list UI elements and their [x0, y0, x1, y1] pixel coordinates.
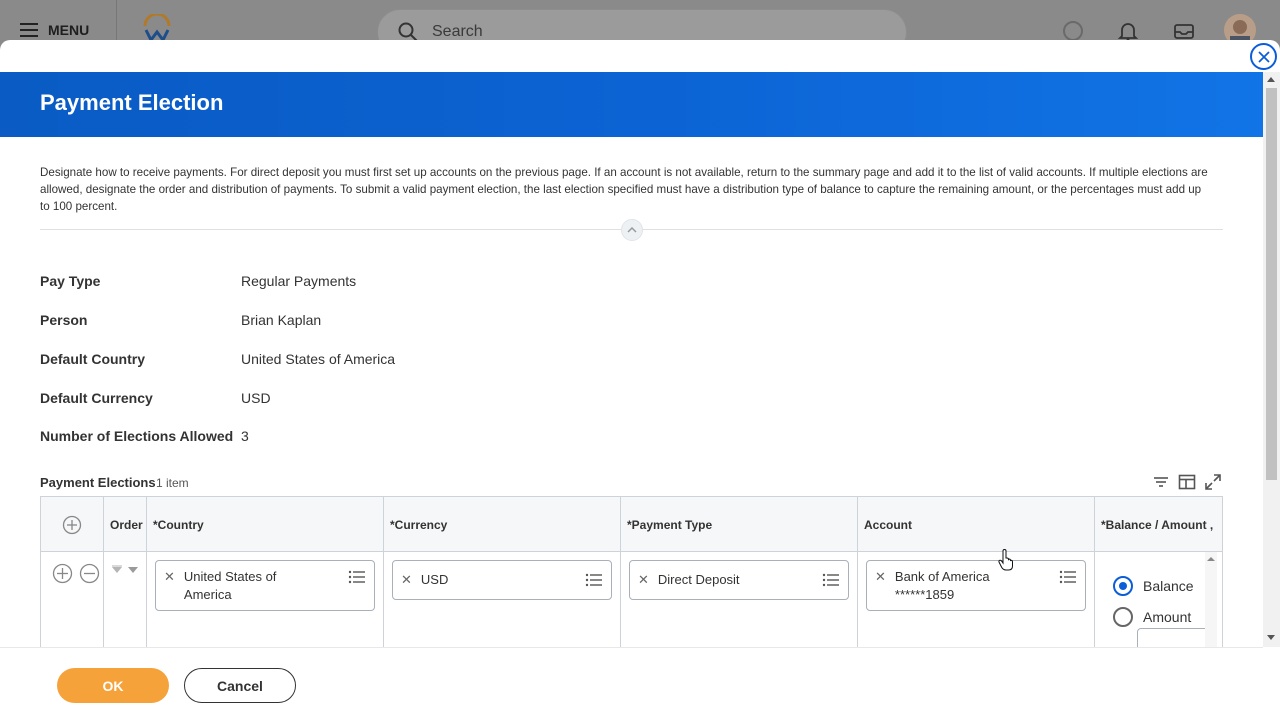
field-value: 3 [241, 428, 249, 444]
payment-election-modal: Payment Election Designate how to receiv… [0, 40, 1280, 720]
hand-cursor-icon [998, 549, 1013, 571]
row-payment-type-cell: ✕ Direct Deposit [621, 552, 858, 655]
scroll-down-arrow-icon[interactable] [1267, 635, 1275, 640]
menu-label: MENU [48, 22, 90, 38]
modal-header-banner: Payment Election [0, 72, 1263, 137]
scroll-up-arrow-icon[interactable] [1207, 556, 1215, 562]
payment-type-selector[interactable]: ✕ Direct Deposit [629, 560, 849, 600]
add-row-header-button[interactable] [41, 497, 104, 552]
instructions-text: Designate how to receive payments. For d… [40, 166, 1208, 213]
collapse-instructions-button[interactable] [621, 219, 643, 241]
column-header-country[interactable]: *Country [147, 497, 384, 552]
payment-elections-table: Order *Country *Currency *Payment Type A… [40, 496, 1223, 656]
page-title: Payment Election [40, 90, 224, 115]
clear-selection-icon[interactable]: ✕ [164, 568, 175, 586]
inbox-icon[interactable] [1173, 20, 1195, 42]
filter-icon[interactable] [1152, 473, 1170, 491]
balance-radio[interactable]: Balance [1113, 576, 1194, 596]
header-divider [116, 0, 117, 40]
country-selector[interactable]: ✕ United States of America [155, 560, 375, 611]
account-value-line1: Bank of America [894, 569, 990, 584]
column-header-account[interactable]: Account [858, 497, 1095, 552]
field-label: Default Country [40, 351, 145, 367]
balance-radio-label: Balance [1143, 578, 1194, 594]
prompt-list-icon[interactable] [822, 573, 840, 587]
row-currency-cell: ✕ USD [384, 552, 621, 655]
field-label: Pay Type [40, 273, 101, 289]
country-value-line2: America [183, 587, 232, 602]
country-value-line1: United States of [183, 569, 277, 584]
amount-radio[interactable]: Amount [1113, 607, 1191, 627]
row-balance-amount-cell: Balance Amount [1095, 552, 1222, 655]
workday-logo-icon[interactable] [142, 14, 172, 40]
payment-type-value: Direct Deposit [657, 572, 740, 587]
notifications-bell-icon[interactable] [1117, 20, 1139, 42]
assistant-icon[interactable] [1062, 20, 1084, 42]
column-header-order[interactable]: Order [104, 497, 147, 552]
radio-unselected-icon [1113, 607, 1133, 627]
table-toolbar [1152, 473, 1222, 491]
row-order-cell [104, 552, 147, 655]
account-selector[interactable]: ✕ Bank of America ******1859 [866, 560, 1086, 611]
cancel-button[interactable]: Cancel [184, 668, 296, 703]
radio-selected-icon [1113, 576, 1133, 596]
table-inner-scrollbar[interactable] [1205, 552, 1217, 655]
scroll-thumb[interactable] [1266, 88, 1277, 480]
column-header-balance-amount[interactable]: *Balance / Amount , [1095, 497, 1222, 552]
payment-elections-title: Payment Elections [40, 475, 156, 490]
amount-radio-label: Amount [1143, 609, 1192, 625]
table-header: Order *Country *Currency *Payment Type A… [41, 497, 1222, 552]
menu-button[interactable]: MENU [20, 22, 89, 38]
account-value-line2: ******1859 [894, 587, 955, 602]
column-header-currency[interactable]: *Currency [384, 497, 621, 552]
close-modal-button[interactable] [1250, 43, 1277, 70]
reorder-arrows-icon[interactable] [110, 565, 140, 575]
payment-elections-count: 1 item [156, 476, 189, 490]
search-icon [398, 22, 418, 42]
prompt-list-icon[interactable] [348, 570, 366, 584]
row-actions-cell [41, 552, 104, 655]
chevron-up-icon [627, 227, 637, 233]
column-layout-icon[interactable] [1178, 473, 1196, 491]
ok-button[interactable]: OK [57, 668, 169, 703]
currency-selector[interactable]: ✕ USD [392, 560, 612, 600]
add-circle-icon [62, 515, 82, 534]
search-placeholder: Search [432, 23, 483, 40]
add-row-icon[interactable] [52, 563, 73, 584]
fullscreen-icon[interactable] [1204, 473, 1222, 491]
column-header-payment-type[interactable]: *Payment Type [621, 497, 858, 552]
prompt-list-icon[interactable] [1059, 570, 1077, 584]
field-label: Person [40, 312, 88, 328]
hamburger-icon [20, 23, 38, 37]
field-label: Default Currency [40, 390, 153, 406]
scroll-up-arrow-icon[interactable] [1267, 77, 1275, 82]
clear-selection-icon[interactable]: ✕ [875, 568, 886, 586]
remove-row-icon[interactable] [79, 563, 100, 584]
row-account-cell: ✕ Bank of America ******1859 [858, 552, 1095, 655]
field-value: United States of America [241, 351, 396, 367]
close-icon [1257, 50, 1270, 63]
modal-footer: OK Cancel [0, 647, 1263, 720]
field-label: Number of Elections Allowed [40, 428, 234, 444]
row-country-cell: ✕ United States of America [147, 552, 384, 655]
prompt-list-icon[interactable] [585, 573, 603, 587]
clear-selection-icon[interactable]: ✕ [638, 571, 649, 589]
field-value: USD [241, 390, 271, 406]
clear-selection-icon[interactable]: ✕ [401, 571, 412, 589]
modal-scrollbar[interactable] [1263, 72, 1280, 647]
field-value: Regular Payments [241, 273, 357, 289]
field-value: Brian Kaplan [241, 312, 322, 328]
currency-value: USD [420, 572, 449, 587]
